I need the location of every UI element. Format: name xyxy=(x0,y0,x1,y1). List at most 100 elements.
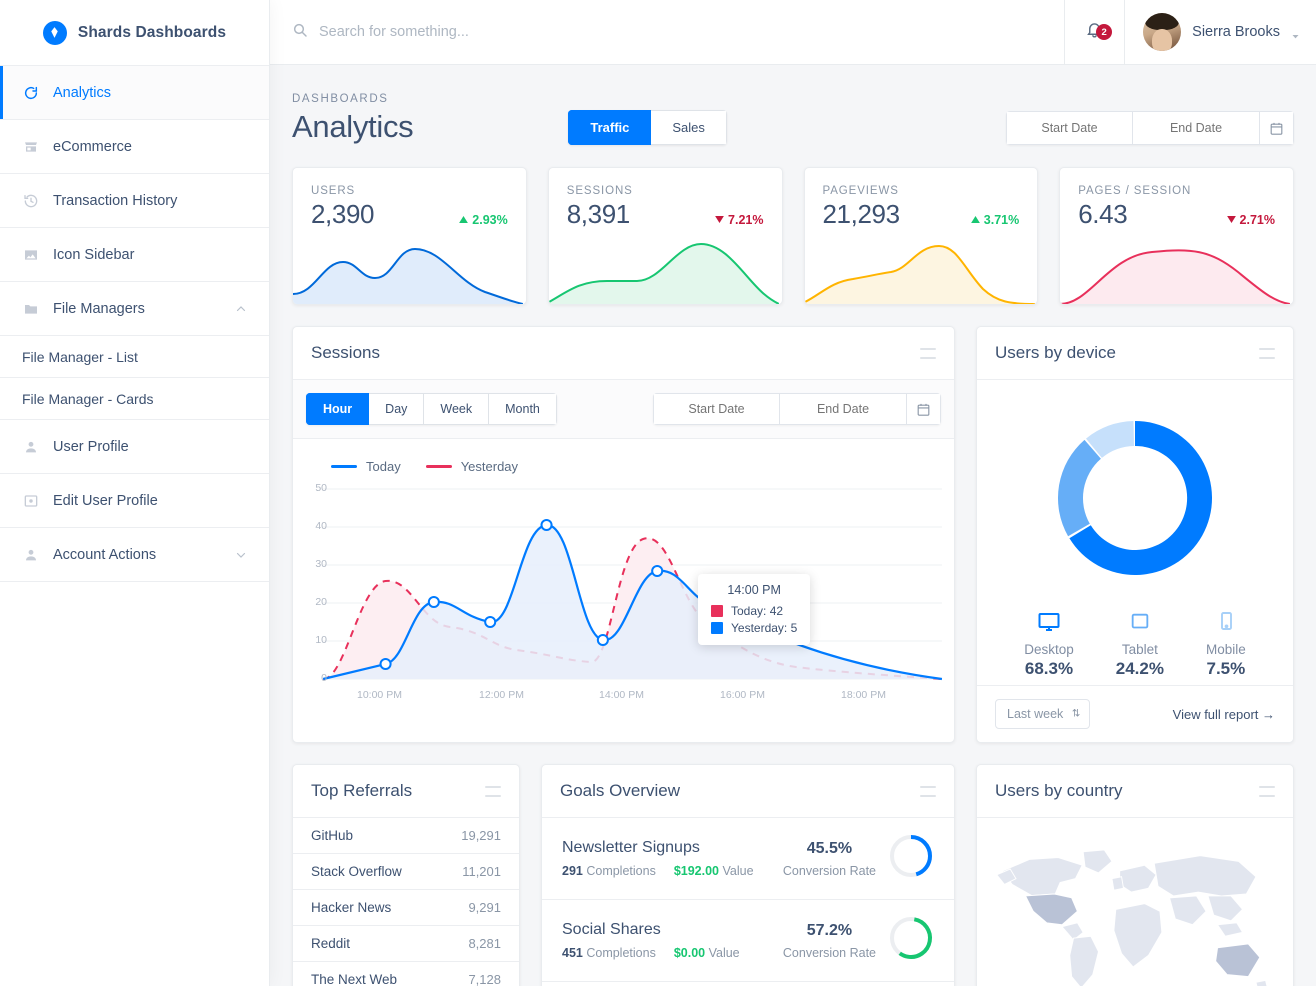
calendar-button[interactable] xyxy=(1260,111,1294,145)
device-legend: Desktop 68.3% Tablet 24.2% Mobile 7.5% xyxy=(995,609,1275,679)
notifications-button[interactable]: 2 xyxy=(1064,0,1124,64)
list-item[interactable]: The Next Web 7,128 xyxy=(293,962,519,986)
sidebar-item-icon-sidebar[interactable]: Icon Sidebar xyxy=(0,228,269,282)
list-item[interactable]: Reddit 8,281 xyxy=(293,926,519,962)
chevron-up-icon[interactable] xyxy=(235,303,247,315)
stat-delta: 7.21% xyxy=(715,213,764,227)
tooltip-label: Today: 42 xyxy=(731,604,784,618)
sparkline-users xyxy=(293,247,523,304)
sidebar-item-label: Transaction History xyxy=(53,192,178,209)
legend-item-today[interactable]: Today xyxy=(331,459,401,474)
tab-sales[interactable]: Sales xyxy=(651,110,727,145)
goal-value: $192.00 xyxy=(673,864,720,878)
sidebar-item-ecommerce[interactable]: eCommerce xyxy=(0,120,269,174)
desktop-icon xyxy=(1024,609,1074,635)
y-tick-0: 0 xyxy=(321,672,327,684)
goal-completions: 451 xyxy=(562,946,583,960)
sidebar-subitem-file-manager-list[interactable]: File Manager - List xyxy=(0,336,269,378)
sidebar-item-user-profile[interactable]: User Profile xyxy=(0,420,269,474)
range-toggle: Hour Day Week Month xyxy=(306,393,557,425)
sidebar-item-label: Icon Sidebar xyxy=(53,246,135,263)
stat-label: USERS xyxy=(311,185,356,197)
sidebar-item-edit-user-profile[interactable]: Edit User Profile xyxy=(0,474,269,528)
goal-ring-chart xyxy=(888,915,934,966)
list-item[interactable]: GitHub 19,291 xyxy=(293,818,519,854)
stat-value: 6.43 xyxy=(1078,199,1128,229)
sidebar-item-label: User Profile xyxy=(53,438,129,455)
view-full-report-link[interactable]: View full report → xyxy=(1173,707,1275,722)
card-menu-icon[interactable] xyxy=(1259,785,1275,797)
sidebar-item-label: Account Actions xyxy=(53,546,157,563)
sidebar-item-transaction-history[interactable]: Transaction History xyxy=(0,174,269,228)
chevron-down-icon[interactable] xyxy=(1291,28,1300,38)
card-title: Top Referrals xyxy=(311,781,413,800)
person-icon xyxy=(22,546,39,563)
stat-delta: 3.71% xyxy=(970,213,1019,227)
goal-ring-chart xyxy=(888,833,934,884)
stat-label: SESSIONS xyxy=(566,185,633,197)
image-icon xyxy=(22,246,39,263)
x-tick-5: 18:00 PM xyxy=(841,689,886,701)
sessions-calendar-button[interactable] xyxy=(907,393,941,425)
goal-completions-label: Completions xyxy=(586,946,656,960)
chevron-down-icon[interactable] xyxy=(235,549,247,561)
search-bar[interactable] xyxy=(270,0,1065,64)
end-date-input[interactable] xyxy=(1133,111,1260,145)
start-date-input[interactable] xyxy=(1006,111,1133,145)
stat-label: PAGEVIEWS xyxy=(822,185,899,197)
range-week[interactable]: Week xyxy=(424,393,490,425)
goal-row-ebook-downloads: eBook Downloads 12 Completions $129.11 V… xyxy=(542,982,954,986)
list-item[interactable]: Hacker News 9,291 xyxy=(293,890,519,926)
period-select[interactable]: Last week xyxy=(995,699,1091,729)
world-map-svg xyxy=(995,849,1268,986)
user-name: Sierra Brooks xyxy=(1192,24,1280,40)
device-pct: 24.2% xyxy=(1115,659,1164,678)
brand[interactable]: Shards Dashboards xyxy=(0,0,269,66)
chart-legend: Today Yesterday xyxy=(293,439,954,474)
card-menu-icon[interactable] xyxy=(1259,347,1275,359)
range-hour[interactable]: Hour xyxy=(306,393,370,425)
sparkline-pageviews xyxy=(804,244,1035,304)
card-title: Users by country xyxy=(995,781,1123,800)
sparkline-sessions xyxy=(548,242,779,304)
sidebar-item-account-actions[interactable]: Account Actions xyxy=(0,528,269,582)
range-month[interactable]: Month xyxy=(489,393,557,425)
sessions-card: Sessions Hour Day Week Month Start Date … xyxy=(292,326,955,743)
device-card-footer: Last week View full report → xyxy=(977,685,1293,742)
goal-pct: 45.5% xyxy=(806,839,853,857)
top-referrals-card: Top Referrals GitHub 19,291 Stack Overfl… xyxy=(292,764,520,986)
goal-name: Newsletter Signups xyxy=(562,839,700,856)
stat-card-users: USERS 2,390 2.93% xyxy=(292,167,527,305)
row-referrals-goals-countries: Top Referrals GitHub 19,291 Stack Overfl… xyxy=(292,764,1294,986)
stat-label: PAGES / SESSION xyxy=(1078,185,1192,197)
card-menu-icon[interactable] xyxy=(920,347,936,359)
legend-item-yesterday[interactable]: Yesterday xyxy=(425,459,518,474)
user-menu[interactable]: Sierra Brooks xyxy=(1124,0,1316,64)
stat-value: 8,391 xyxy=(566,199,630,229)
tab-traffic[interactable]: Traffic xyxy=(568,110,652,145)
x-tick-1: 10:00 PM xyxy=(357,689,402,701)
shard-logo-icon xyxy=(42,20,67,45)
sidebar-subitem-file-manager-cards[interactable]: File Manager - Cards xyxy=(0,378,269,420)
list-item[interactable]: Stack Overflow 11,201 xyxy=(293,854,519,890)
sessions-end-date-input[interactable] xyxy=(780,393,907,425)
stat-value: 21,293 xyxy=(822,199,901,229)
card-menu-icon[interactable] xyxy=(920,785,936,797)
goal-row-social-shares: Social Shares 451 Completions $0.00 Valu… xyxy=(542,900,954,982)
stat-card-pages-session: PAGES / SESSION 6.43 2.71% xyxy=(1059,167,1294,305)
sidebar-item-file-managers[interactable]: File Managers xyxy=(0,282,269,336)
world-map xyxy=(977,818,1293,986)
arrow-down-icon xyxy=(1226,216,1236,223)
referral-value: 9,291 xyxy=(468,900,501,915)
topbar: 2 Sierra Brooks xyxy=(270,0,1316,65)
search-input[interactable] xyxy=(319,24,1065,40)
referral-name: Stack Overflow xyxy=(311,864,402,879)
range-day[interactable]: Day xyxy=(369,393,425,425)
referrals-list: GitHub 19,291 Stack Overflow 11,201 Hack… xyxy=(293,818,519,986)
sidebar-item-analytics[interactable]: Analytics xyxy=(0,66,269,120)
device-donut-chart xyxy=(1057,421,1213,575)
arrow-up-icon xyxy=(970,216,980,223)
card-menu-icon[interactable] xyxy=(485,785,501,797)
sessions-start-date-input[interactable] xyxy=(653,393,780,425)
y-tick-30: 30 xyxy=(315,558,327,570)
